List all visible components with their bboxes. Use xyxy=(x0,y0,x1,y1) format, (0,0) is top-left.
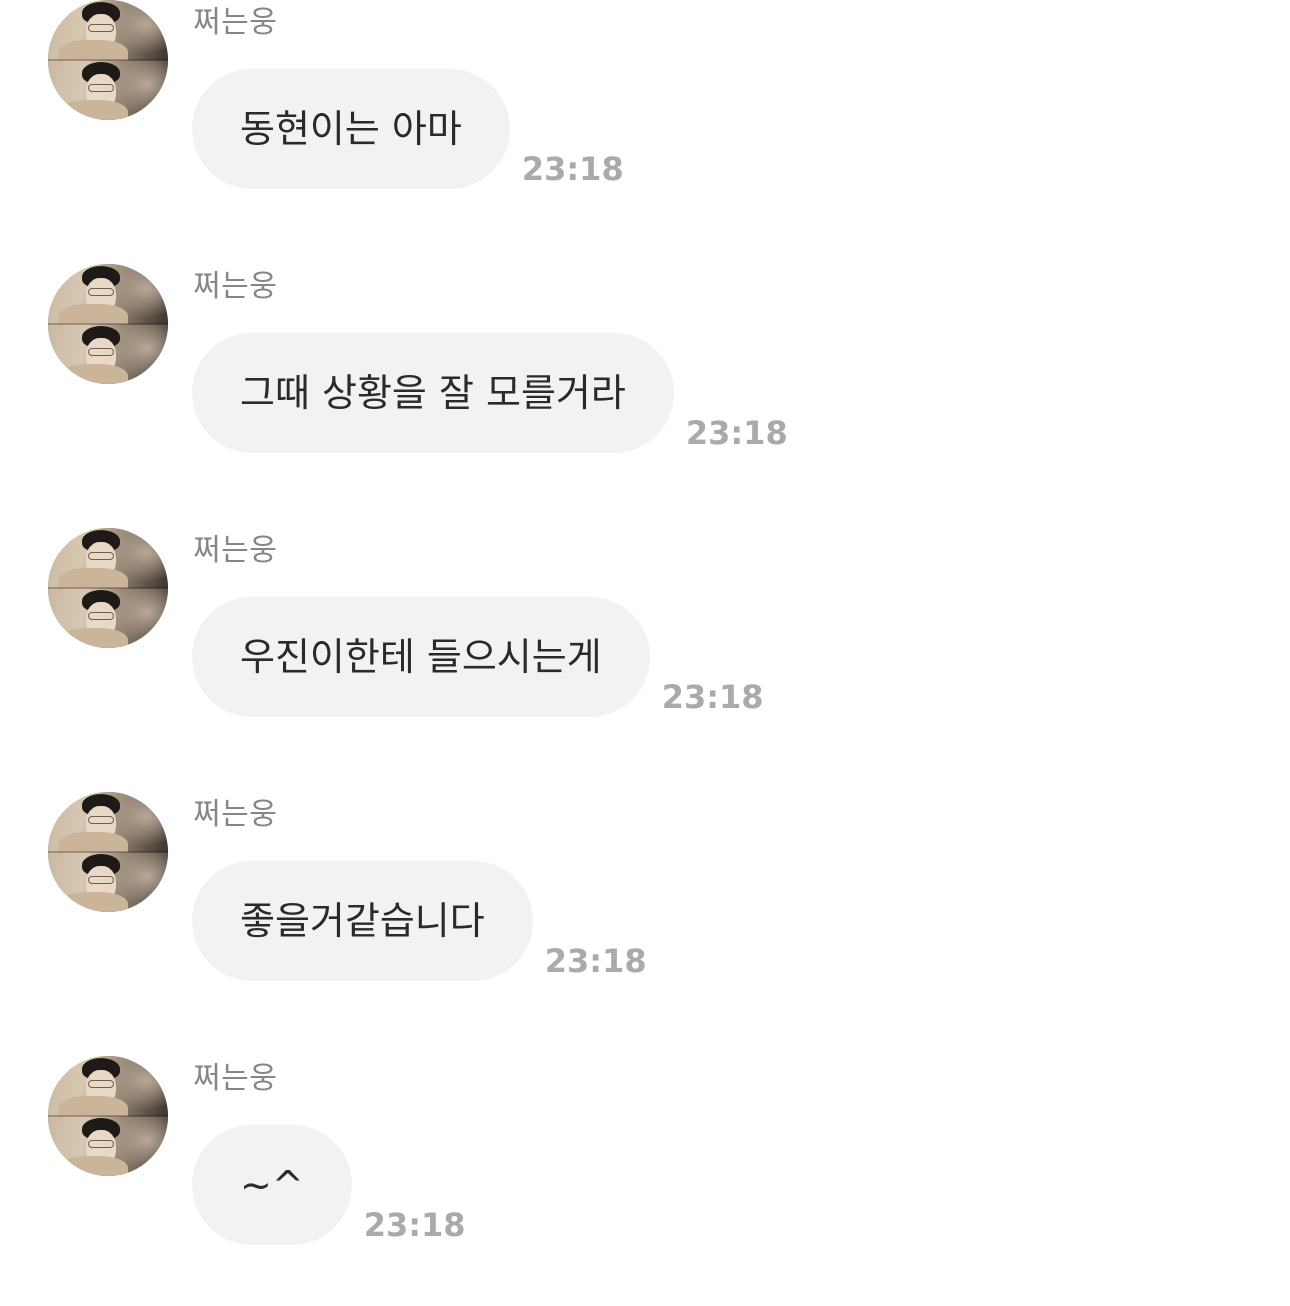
avatar[interactable] xyxy=(48,264,168,384)
message-item: 쩌는웅 동현이는 아마 23:18 xyxy=(0,0,1290,250)
avatar[interactable] xyxy=(48,1056,168,1176)
message-bubble[interactable]: ~^ xyxy=(192,1125,352,1245)
message-timestamp: 23:18 xyxy=(363,1206,466,1244)
message-bubble[interactable]: 그때 상황을 잘 모를거라 xyxy=(192,333,674,453)
message-item: 쩌는웅 그때 상황을 잘 모를거라 23:18 xyxy=(0,264,1290,514)
sender-name: 쩌는웅 xyxy=(193,533,278,568)
sender-name: 쩌는웅 xyxy=(193,797,278,832)
avatar[interactable] xyxy=(48,792,168,912)
message-bubble[interactable]: 우진이한테 들으시는게 xyxy=(192,597,650,717)
message-item: 쩌는웅 ~^ 23:18 xyxy=(0,1056,1290,1306)
message-timestamp: 23:18 xyxy=(544,942,647,980)
message-item: 쩌는웅 우진이한테 들으시는게 23:18 xyxy=(0,528,1290,778)
message-bubble[interactable]: 동현이는 아마 xyxy=(192,69,510,189)
sender-name: 쩌는웅 xyxy=(193,269,278,304)
message-timestamp: 23:18 xyxy=(685,414,788,452)
message-bubble[interactable]: 좋을거같습니다 xyxy=(192,861,533,981)
sender-name: 쩌는웅 xyxy=(193,5,278,40)
message-item: 쩌는웅 좋을거같습니다 23:18 xyxy=(0,792,1290,1042)
chat-message-list[interactable]: 쩌는웅 동현이는 아마 23:18 쩌는웅 그때 상황을 잘 모를거라 23:1… xyxy=(0,0,1290,1290)
message-timestamp: 23:18 xyxy=(521,150,624,188)
avatar[interactable] xyxy=(48,528,168,648)
sender-name: 쩌는웅 xyxy=(193,1061,278,1096)
message-timestamp: 23:18 xyxy=(661,678,764,716)
avatar[interactable] xyxy=(48,0,168,120)
